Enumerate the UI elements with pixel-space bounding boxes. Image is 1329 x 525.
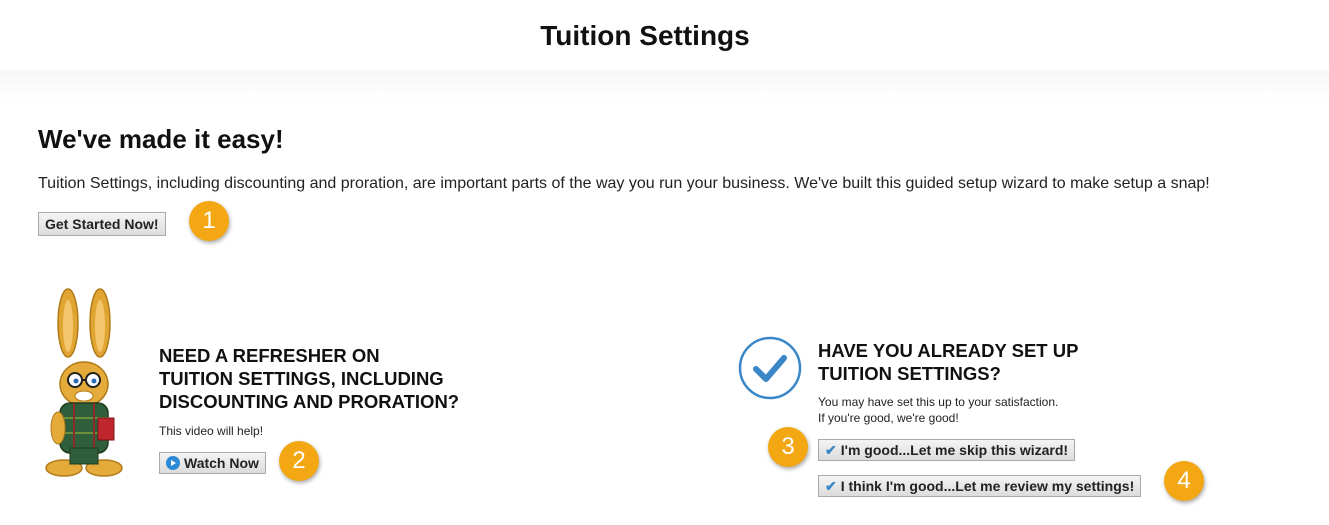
refresher-heading-line: TUITION SETTINGS, INCLUDING: [159, 368, 444, 389]
step-badge-4: 4: [1164, 461, 1204, 501]
play-icon: [166, 456, 180, 470]
setup-subtext: You may have set this up to your satisfa…: [818, 394, 1058, 426]
get-started-label: Get Started Now!: [45, 216, 159, 232]
setup-subtext-line: You may have set this up to your satisfa…: [818, 395, 1059, 409]
intro-description: Tuition Settings, including discounting …: [38, 175, 1210, 192]
watch-now-button[interactable]: Watch Now: [159, 452, 266, 474]
refresher-heading: NEED A REFRESHER ON TUITION SETTINGS, IN…: [159, 344, 499, 413]
step-badge-1: 1: [189, 201, 229, 241]
step-badge-2: 2: [279, 441, 319, 481]
header-band: [0, 70, 1329, 100]
check-icon: ✔: [825, 477, 837, 494]
setup-subtext-line: If you're good, we're good!: [818, 411, 959, 425]
refresher-heading-line: NEED A REFRESHER ON: [159, 345, 380, 366]
refresher-heading-line: DISCOUNTING AND PRORATION?: [159, 391, 460, 412]
step-badge-3: 3: [768, 427, 808, 467]
setup-heading: HAVE YOU ALREADY SET UP TUITION SETTINGS…: [818, 339, 1118, 385]
get-started-button[interactable]: Get Started Now!: [38, 212, 166, 236]
page-title: Tuition Settings: [540, 20, 750, 51]
check-icon: ✔: [825, 441, 837, 458]
review-settings-button[interactable]: ✔ I think I'm good...Let me review my se…: [818, 475, 1142, 497]
skip-wizard-label: I'm good...Let me skip this wizard!: [840, 442, 1069, 458]
review-settings-label: I think I'm good...Let me review my sett…: [840, 478, 1135, 494]
skip-wizard-button[interactable]: ✔ I'm good...Let me skip this wizard!: [818, 439, 1076, 461]
setup-heading-line: HAVE YOU ALREADY SET UP: [818, 340, 1079, 361]
refresher-subtext: This video will help!: [159, 424, 264, 438]
bunny-mascot-icon: [45, 288, 123, 477]
intro-heading: We've made it easy!: [38, 124, 284, 154]
check-circle-icon: [738, 336, 802, 400]
setup-heading-line: TUITION SETTINGS?: [818, 363, 1001, 384]
watch-now-label: Watch Now: [184, 455, 259, 471]
